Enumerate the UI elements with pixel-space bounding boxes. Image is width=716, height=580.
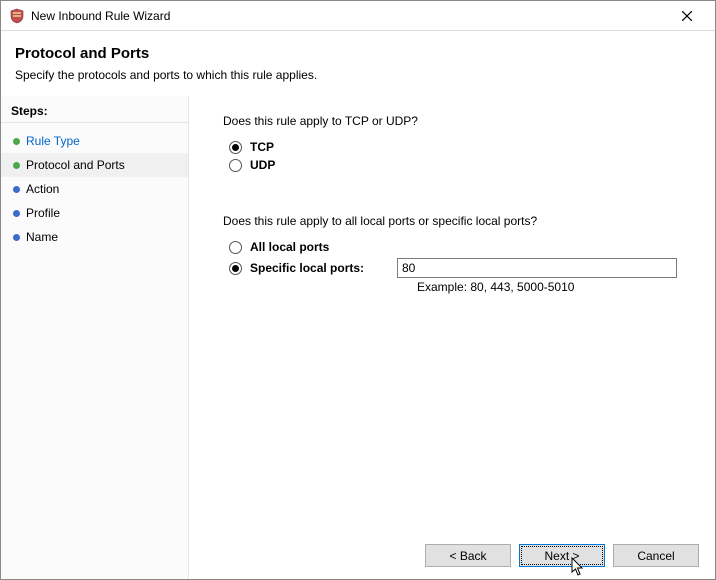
specific-ports-input[interactable] <box>397 258 677 278</box>
wizard-body: Steps: Rule Type Protocol and Ports Acti… <box>1 96 715 579</box>
firewall-shield-icon <box>9 8 25 24</box>
ports-question: Does this rule apply to all local ports … <box>223 214 685 228</box>
radio-icon <box>229 262 242 275</box>
page-title: Protocol and Ports <box>15 45 701 62</box>
step-label: Name <box>26 230 58 244</box>
step-rule-type[interactable]: Rule Type <box>1 129 188 153</box>
bullet-icon <box>13 162 20 169</box>
cancel-button[interactable]: Cancel <box>613 544 699 567</box>
radio-label: UDP <box>250 158 275 172</box>
titlebar: New Inbound Rule Wizard <box>1 1 715 31</box>
step-label: Profile <box>26 206 60 220</box>
page-subtitle: Specify the protocols and ports to which… <box>15 68 701 82</box>
radio-label: TCP <box>250 140 274 154</box>
step-label: Protocol and Ports <box>26 158 125 172</box>
radio-specific-local-ports-row: Specific local ports: <box>229 258 685 278</box>
bullet-icon <box>13 138 20 145</box>
window-title: New Inbound Rule Wizard <box>31 9 667 23</box>
content-panel: Does this rule apply to TCP or UDP? TCP … <box>189 96 715 579</box>
step-label: Action <box>26 182 59 196</box>
steps-header: Steps: <box>1 102 188 123</box>
steps-list: Rule Type Protocol and Ports Action Prof… <box>1 129 188 249</box>
ports-group: Does this rule apply to all local ports … <box>223 214 685 294</box>
radio-udp[interactable]: UDP <box>229 158 685 172</box>
step-action[interactable]: Action <box>1 177 188 201</box>
radio-icon <box>229 159 242 172</box>
radio-specific-local-ports[interactable]: Specific local ports: <box>229 261 389 275</box>
steps-sidebar: Steps: Rule Type Protocol and Ports Acti… <box>1 96 189 579</box>
radio-icon <box>229 241 242 254</box>
radio-all-local-ports[interactable]: All local ports <box>229 240 685 254</box>
page-header: Protocol and Ports Specify the protocols… <box>1 31 715 96</box>
back-button[interactable]: < Back <box>425 544 511 567</box>
wizard-buttons: < Back Next > Cancel <box>425 544 699 567</box>
next-button[interactable]: Next > <box>519 544 605 567</box>
ports-example-text: Example: 80, 443, 5000-5010 <box>417 280 685 294</box>
radio-label: Specific local ports: <box>250 261 364 275</box>
bullet-icon <box>13 210 20 217</box>
radio-label: All local ports <box>250 240 329 254</box>
step-label: Rule Type <box>26 134 80 148</box>
wizard-window: New Inbound Rule Wizard Protocol and Por… <box>0 0 716 580</box>
radio-icon <box>229 141 242 154</box>
radio-tcp[interactable]: TCP <box>229 140 685 154</box>
close-button[interactable] <box>667 2 707 30</box>
bullet-icon <box>13 186 20 193</box>
step-protocol-and-ports[interactable]: Protocol and Ports <box>1 153 188 177</box>
bullet-icon <box>13 234 20 241</box>
close-icon <box>682 11 692 21</box>
step-profile[interactable]: Profile <box>1 201 188 225</box>
protocol-question: Does this rule apply to TCP or UDP? <box>223 114 685 128</box>
step-name[interactable]: Name <box>1 225 188 249</box>
